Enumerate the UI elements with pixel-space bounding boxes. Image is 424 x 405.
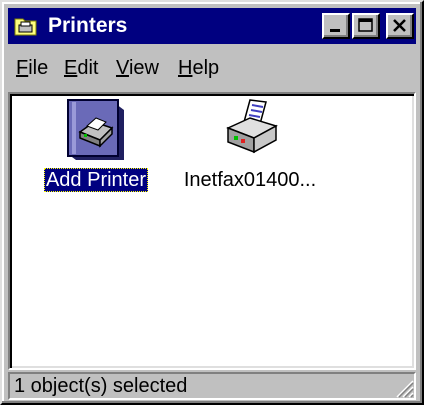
close-icon (393, 19, 406, 32)
menu-bar: File Edit View Help (8, 50, 416, 86)
menu-file[interactable]: File (12, 54, 52, 82)
item-label: Add Printer (43, 168, 149, 192)
maximize-icon (358, 18, 373, 32)
menu-edit[interactable]: Edit (60, 54, 102, 82)
menu-view[interactable]: View (112, 54, 163, 82)
add-printer-icon (67, 99, 124, 160)
menu-help[interactable]: Help (174, 54, 223, 82)
printers-folder-icon (14, 18, 37, 36)
maximize-button[interactable] (352, 13, 380, 39)
window-title: Printers (48, 14, 128, 37)
add-printer-item[interactable]: Add Printer (34, 96, 158, 192)
file-view[interactable]: Add Printer Inetfax01400... (8, 92, 416, 370)
printer-icon (226, 99, 278, 154)
title-bar[interactable]: Printers (8, 8, 416, 44)
status-text: 1 object(s) selected (8, 372, 416, 400)
resize-grip-icon[interactable] (392, 376, 414, 398)
item-label: Inetfax01400... (183, 169, 317, 191)
status-bar: 1 object(s) selected (8, 372, 416, 400)
inetfax-printer-item[interactable]: Inetfax01400... (170, 96, 330, 192)
close-button[interactable] (386, 13, 414, 39)
minimize-icon (330, 29, 340, 32)
printers-window: Printers File Edit View Help Add Printer… (0, 0, 424, 405)
minimize-button[interactable] (322, 13, 350, 39)
